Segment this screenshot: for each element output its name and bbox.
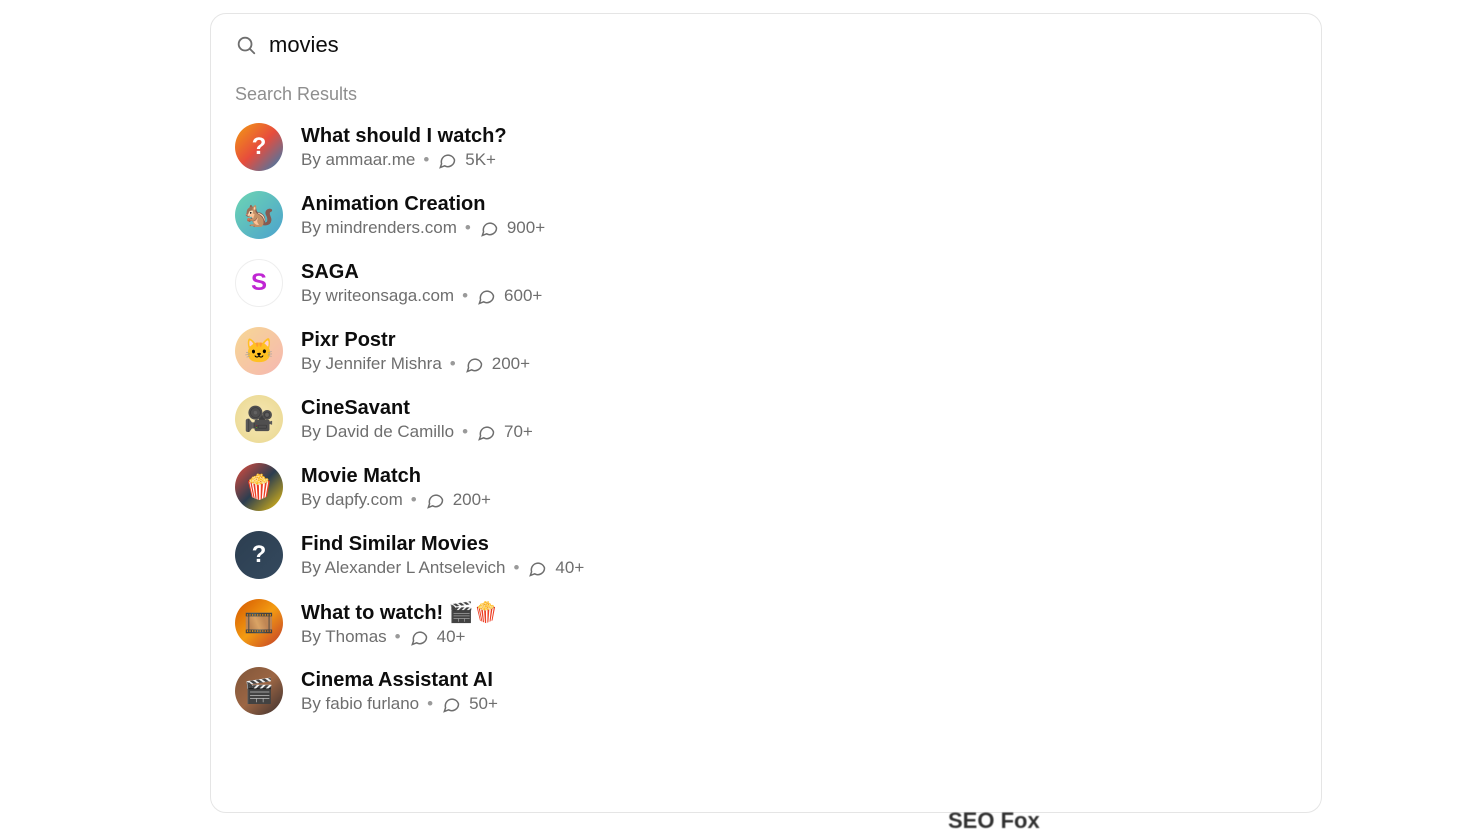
result-title: SAGA	[301, 261, 542, 284]
search-bar	[211, 14, 1321, 68]
result-count: 70+	[504, 422, 533, 442]
result-title: Animation Creation	[301, 193, 545, 216]
chat-bubble-icon	[479, 218, 499, 238]
result-item-find-similar-movies[interactable]: ? Find Similar Movies By Alexander L Ant…	[211, 521, 1317, 589]
result-title: CineSavant	[301, 397, 533, 420]
result-item-movie-match[interactable]: 🍿 Movie Match By dapfy.com • 200+	[211, 453, 1317, 521]
result-meta: By David de Camillo • 70+	[301, 422, 533, 442]
chat-bubble-icon	[476, 286, 496, 306]
background-page-text: SEO Fox	[948, 808, 1040, 834]
separator-dot: •	[423, 150, 429, 170]
result-title: Cinema Assistant AI	[301, 669, 498, 692]
chat-bubble-icon	[476, 422, 496, 442]
result-author: By Alexander L Antselevich	[301, 558, 505, 578]
result-meta: By Jennifer Mishra • 200+	[301, 354, 530, 374]
result-text: What should I watch? By ammaar.me • 5K+	[301, 125, 507, 170]
results-list[interactable]: ? What should I watch? By ammaar.me • 5K…	[211, 113, 1321, 801]
result-text: CineSavant By David de Camillo • 70+	[301, 397, 533, 442]
search-input[interactable]	[269, 32, 1297, 58]
search-panel: Search Results ? What should I watch? By…	[210, 13, 1322, 813]
result-meta: By mindrenders.com • 900+	[301, 218, 545, 238]
result-title: What to watch! 🎬🍿	[301, 600, 499, 625]
result-text: Find Similar Movies By Alexander L Antse…	[301, 533, 584, 578]
chat-bubble-icon	[437, 150, 457, 170]
result-count: 900+	[507, 218, 545, 238]
avatar: 🍿	[235, 463, 283, 511]
result-title: Pixr Postr	[301, 329, 530, 352]
result-count: 200+	[492, 354, 530, 374]
result-meta: By Thomas • 40+	[301, 627, 499, 647]
avatar: 🐿️	[235, 191, 283, 239]
result-text: Pixr Postr By Jennifer Mishra • 200+	[301, 329, 530, 374]
result-meta: By Alexander L Antselevich • 40+	[301, 558, 584, 578]
result-author: By fabio furlano	[301, 694, 419, 714]
result-count: 40+	[437, 627, 466, 647]
avatar: ?	[235, 531, 283, 579]
result-text: Animation Creation By mindrenders.com • …	[301, 193, 545, 238]
separator-dot: •	[462, 286, 468, 306]
separator-dot: •	[427, 694, 433, 714]
result-author: By ammaar.me	[301, 150, 415, 170]
result-count: 40+	[555, 558, 584, 578]
result-meta: By ammaar.me • 5K+	[301, 150, 507, 170]
avatar: 🎬	[235, 667, 283, 715]
separator-dot: •	[411, 490, 417, 510]
result-text: Cinema Assistant AI By fabio furlano • 5…	[301, 669, 498, 714]
result-item-what-to-watch[interactable]: 🎞️ What to watch! 🎬🍿 By Thomas • 40+	[211, 589, 1317, 657]
results-header: Search Results	[211, 68, 1321, 113]
chat-bubble-icon	[464, 354, 484, 374]
result-author: By writeonsaga.com	[301, 286, 454, 306]
result-author: By David de Camillo	[301, 422, 454, 442]
result-count: 50+	[469, 694, 498, 714]
chat-bubble-icon	[441, 694, 461, 714]
result-item-saga[interactable]: S SAGA By writeonsaga.com • 600+	[211, 249, 1317, 317]
avatar: ?	[235, 123, 283, 171]
result-author: By mindrenders.com	[301, 218, 457, 238]
result-text: Movie Match By dapfy.com • 200+	[301, 465, 491, 510]
chat-bubble-icon	[425, 490, 445, 510]
result-text: What to watch! 🎬🍿 By Thomas • 40+	[301, 600, 499, 647]
search-icon	[235, 34, 257, 56]
separator-dot: •	[395, 627, 401, 647]
chat-bubble-icon	[527, 558, 547, 578]
result-meta: By dapfy.com • 200+	[301, 490, 491, 510]
result-text: SAGA By writeonsaga.com • 600+	[301, 261, 542, 306]
chat-bubble-icon	[409, 627, 429, 647]
result-item-cinema-assistant-ai[interactable]: 🎬 Cinema Assistant AI By fabio furlano •…	[211, 657, 1317, 725]
avatar: 🎥	[235, 395, 283, 443]
avatar: S	[235, 259, 283, 307]
avatar: 🐱	[235, 327, 283, 375]
result-author: By Jennifer Mishra	[301, 354, 442, 374]
separator-dot: •	[465, 218, 471, 238]
result-author: By Thomas	[301, 627, 387, 647]
separator-dot: •	[513, 558, 519, 578]
separator-dot: •	[450, 354, 456, 374]
result-item-what-should-i-watch[interactable]: ? What should I watch? By ammaar.me • 5K…	[211, 113, 1317, 181]
result-title: Find Similar Movies	[301, 533, 584, 556]
result-author: By dapfy.com	[301, 490, 403, 510]
result-count: 200+	[453, 490, 491, 510]
result-title: What should I watch?	[301, 125, 507, 148]
result-meta: By fabio furlano • 50+	[301, 694, 498, 714]
result-item-animation-creation[interactable]: 🐿️ Animation Creation By mindrenders.com…	[211, 181, 1317, 249]
result-count: 5K+	[465, 150, 496, 170]
result-title: Movie Match	[301, 465, 491, 488]
result-count: 600+	[504, 286, 542, 306]
result-item-pixr-postr[interactable]: 🐱 Pixr Postr By Jennifer Mishra • 200+	[211, 317, 1317, 385]
result-item-cinesavant[interactable]: 🎥 CineSavant By David de Camillo • 70+	[211, 385, 1317, 453]
separator-dot: •	[462, 422, 468, 442]
avatar: 🎞️	[235, 599, 283, 647]
result-meta: By writeonsaga.com • 600+	[301, 286, 542, 306]
